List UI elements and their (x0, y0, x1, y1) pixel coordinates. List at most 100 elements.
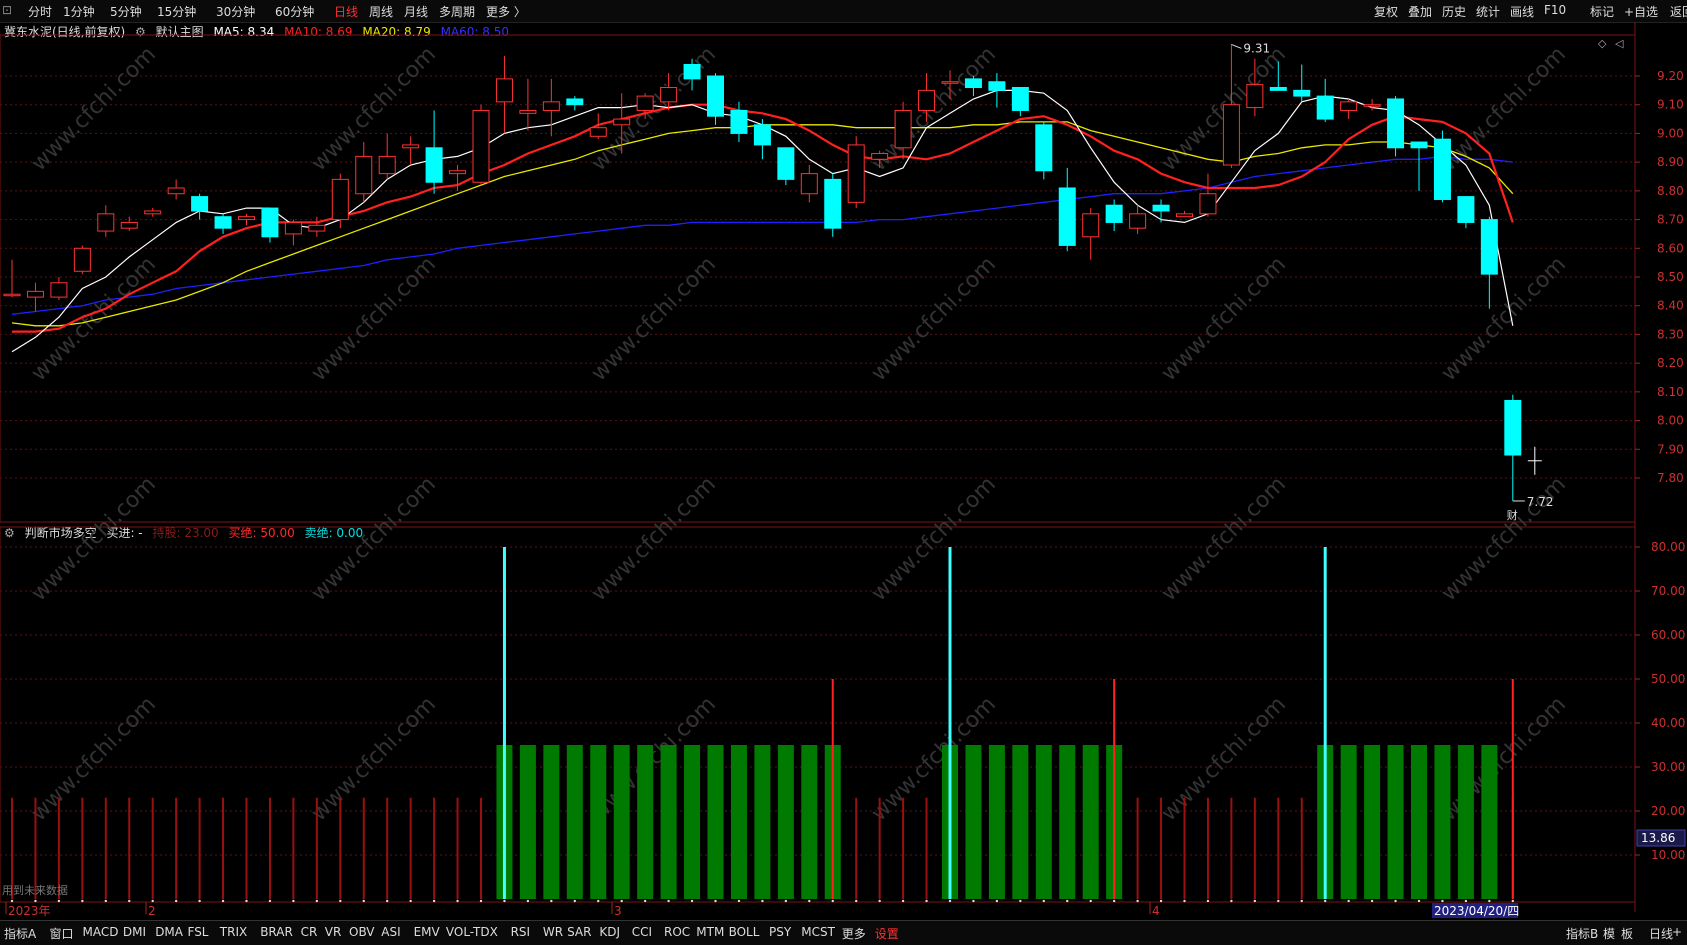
toolbar-button[interactable]: 返回 (1670, 3, 1687, 20)
indicator-tab[interactable]: KDJ (599, 925, 620, 939)
baseline-dot (597, 899, 600, 903)
indicator-tab[interactable]: ROC (664, 925, 690, 939)
indicator-tab[interactable]: MCST (801, 925, 835, 939)
baseline-dot (456, 899, 459, 903)
baseline-dot (10, 899, 14, 903)
candle-up (50, 282, 68, 298)
toolbar-button[interactable]: F10 (1544, 3, 1566, 17)
baseline-dot (808, 899, 811, 903)
indicator-tab[interactable]: ASI (381, 925, 400, 939)
toolbar-button[interactable]: 画线 (1510, 3, 1534, 20)
indicator-tab[interactable]: RSI (511, 925, 531, 939)
high-marker-arrow (1231, 43, 1242, 49)
ma60-line (11, 155, 1513, 315)
bottom-right-button[interactable]: 模 (1603, 925, 1615, 942)
period-tab[interactable]: 分时 (28, 3, 52, 20)
indicator-tab[interactable]: SAR (567, 925, 591, 939)
candle-down (1058, 187, 1076, 246)
indicator-tab[interactable]: VR (325, 925, 342, 939)
indicator-tab[interactable]: PSY (769, 925, 791, 939)
indicator-tab[interactable]: DMI (123, 925, 146, 939)
period-tab[interactable]: 15分钟 (157, 3, 196, 20)
watermark-text: www.cfchi.com (307, 472, 441, 606)
indicator-tab[interactable]: FSL (188, 925, 209, 939)
period-tab[interactable]: 更多 〉 (486, 3, 526, 20)
baseline-dot (104, 899, 108, 903)
candle-up (941, 81, 959, 84)
baseline-dot (386, 899, 389, 903)
bottom-right-button[interactable]: 板 (1621, 925, 1633, 942)
period-tab[interactable]: 5分钟 (110, 3, 142, 20)
watermark-text: www.cfchi.com (867, 472, 1001, 606)
baseline-dot (57, 899, 61, 903)
low-marker-label: 7.72 (1527, 495, 1554, 509)
candle-up (355, 155, 373, 195)
candle-up (449, 170, 467, 175)
toolbar-button[interactable]: 历史 (1442, 3, 1466, 20)
indicator-tab[interactable]: MACD (83, 925, 119, 939)
indicator-tab[interactable]: CR (301, 925, 318, 939)
indicator-tab[interactable]: BOLL (729, 925, 760, 939)
candle-up (1129, 213, 1147, 229)
indicator-tab[interactable]: BRAR (260, 925, 293, 939)
high-marker-label: 9.31 (1243, 41, 1270, 55)
indicator-tab[interactable]: 更多 (842, 925, 866, 942)
toolbar-button[interactable]: 标记 (1590, 3, 1614, 20)
window-menu-icon[interactable]: ⊡ (2, 3, 12, 17)
bottom-right-button[interactable]: + (1672, 925, 1682, 939)
toolbar-button[interactable]: 复权 (1374, 3, 1398, 20)
period-tab[interactable]: 月线 (404, 3, 428, 20)
candle-down (777, 147, 795, 180)
hold-bar (1340, 745, 1357, 899)
indicator-tab[interactable]: 设置 (875, 925, 899, 942)
period-tab[interactable]: 多周期 (439, 3, 475, 20)
period-tab[interactable]: 60分钟 (275, 3, 314, 20)
candle-down (1433, 138, 1451, 200)
y-tick-label: 9.00 (1657, 126, 1684, 140)
baseline-dot (221, 899, 225, 903)
period-tab[interactable]: 周线 (369, 3, 393, 20)
baseline-dot (1511, 899, 1515, 903)
y-tick-label: 8.20 (1657, 356, 1684, 370)
watermark-text: www.cfchi.com (27, 42, 161, 176)
candle-up (519, 109, 537, 114)
bottom-right-button[interactable]: 指标B (1566, 925, 1598, 942)
indicator-tab[interactable]: MTM (696, 925, 724, 939)
toolbar-button[interactable]: 叠加 (1408, 3, 1432, 20)
period-tab[interactable]: 30分钟 (216, 3, 255, 20)
candle-up (613, 118, 631, 126)
candle-down (1480, 219, 1498, 275)
candle-down (261, 207, 279, 238)
indicator-tab[interactable]: WR (543, 925, 563, 939)
indicator-tab[interactable]: VOL-TDX (446, 925, 498, 939)
indicator-tab[interactable]: 窗口 (50, 925, 74, 942)
indicator-tab[interactable]: EMV (414, 925, 440, 939)
collapse-icon: ◁ (1615, 37, 1624, 50)
candle-up (284, 221, 302, 235)
indicator-tab[interactable]: CCI (632, 925, 652, 939)
hold-bar (1387, 745, 1404, 899)
baseline-dot (550, 899, 553, 903)
y-tick-label: 8.90 (1657, 155, 1684, 169)
y-tick-label: 7.90 (1657, 442, 1684, 456)
chart-area[interactable]: www.cfchi.com www.cfchi.com www.cfchi.com w… (0, 22, 1687, 918)
bottom-right-button[interactable]: 日线 (1649, 925, 1673, 942)
indicator-tab[interactable]: DMA (155, 925, 183, 939)
baseline-dot (737, 899, 741, 903)
indicator-tab[interactable]: 指标A (4, 925, 36, 942)
baseline-dot (1300, 899, 1303, 903)
period-tab[interactable]: 日线 (334, 3, 358, 20)
indicator-tab[interactable]: TRIX (220, 925, 247, 939)
indicator-tab[interactable]: OBV (349, 925, 375, 939)
y-tick-label: 7.80 (1657, 471, 1684, 485)
period-tab[interactable]: 1分钟 (63, 3, 95, 20)
candle-up (73, 247, 91, 272)
candle-down (1316, 95, 1334, 120)
indicator-bars (10, 547, 1515, 903)
baseline-dot (268, 899, 272, 903)
hold-bar (637, 745, 654, 899)
y-tick-label: 60.00 (1651, 628, 1685, 642)
toolbar-button[interactable]: +自选 (1624, 3, 1658, 20)
toolbar-button[interactable]: 统计 (1476, 3, 1500, 20)
y-tick-label: 8.70 (1657, 213, 1684, 227)
